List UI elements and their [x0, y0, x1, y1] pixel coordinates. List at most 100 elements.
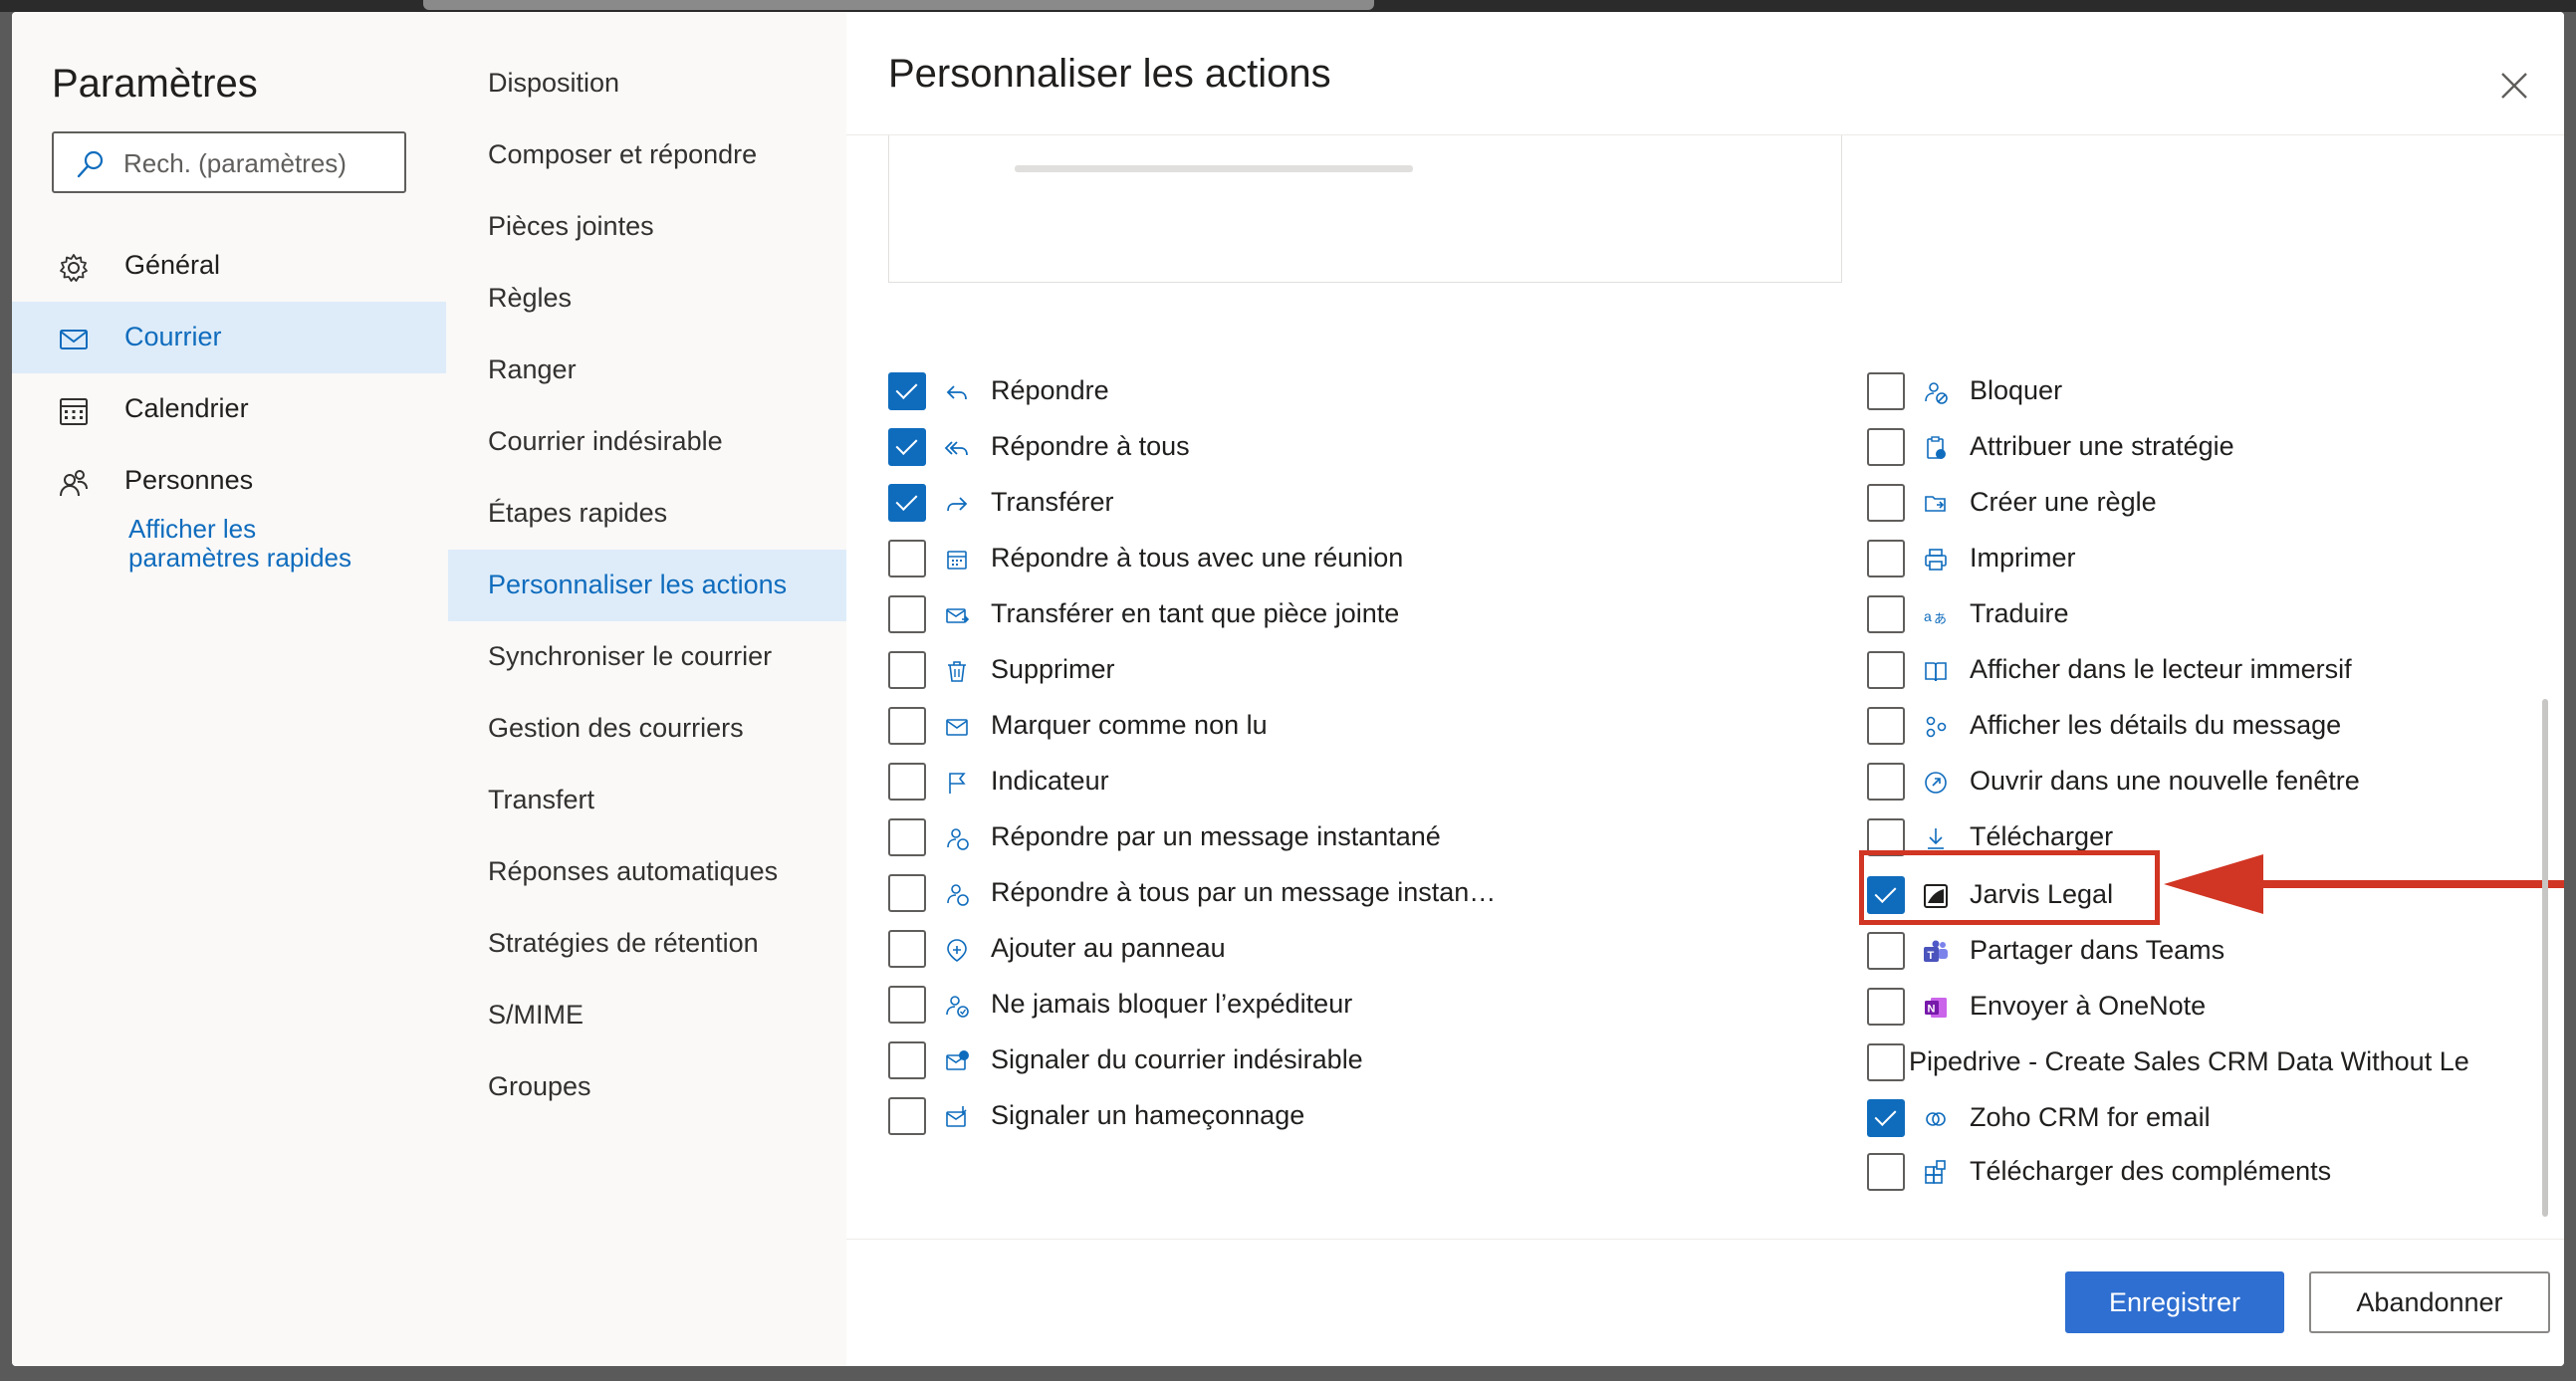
policy-icon [1927, 436, 1946, 459]
submenu-label: Courrier indésirable [488, 426, 723, 456]
action-label: Transférer en tant que pièce jointe [991, 598, 1400, 628]
action-label: Télécharger [1970, 821, 2114, 851]
chat-reply-icon [947, 828, 969, 850]
flag-icon [949, 773, 966, 794]
submenu-label: S/MIME [488, 1000, 585, 1030]
checkbox[interactable] [1867, 1043, 1905, 1081]
checkbox[interactable] [888, 651, 926, 689]
submenu-item[interactable]: Étapes rapides [448, 478, 846, 550]
nav-item-people[interactable]: Personnes [12, 445, 446, 517]
submenu-item[interactable]: Gestion des courriers [448, 693, 846, 765]
pin-icon [947, 939, 967, 962]
rule-icon [1925, 496, 1946, 512]
submenu-item[interactable]: Transfert [448, 765, 846, 836]
submenu-label: Étapes rapides [488, 498, 668, 528]
action-label: Supprimer [991, 654, 1115, 684]
quick-settings-link[interactable]: Afficher les paramètres rapides [128, 515, 387, 573]
checkbox[interactable] [1867, 651, 1905, 689]
submenu-label: Ranger [488, 354, 577, 384]
submenu-item[interactable]: Règles [448, 263, 846, 335]
nav-item-general[interactable]: Général [12, 230, 446, 302]
checkbox[interactable] [888, 540, 926, 577]
background-window-bar [0, 0, 2576, 12]
action-label: Répondre [991, 375, 1109, 405]
settings-dialog: Paramètres Général Courrier [12, 12, 2564, 1366]
nav-item-label: Calendrier [124, 393, 249, 423]
checkbox[interactable] [888, 1097, 926, 1135]
unread-mail-icon [946, 719, 968, 736]
checkbox[interactable] [888, 874, 926, 912]
action-label: Ouvrir dans une nouvelle fenêtre [1970, 766, 2360, 796]
submenu-item-customize-actions[interactable]: Personnaliser les actions [448, 550, 846, 621]
scrollbar[interactable] [2542, 699, 2548, 1217]
settings-search-box[interactable] [52, 131, 406, 193]
onenote-icon: N [1925, 998, 1947, 1018]
checkbox[interactable] [1867, 484, 1905, 522]
nav-item-calendar[interactable]: Calendrier [12, 373, 446, 445]
zoho-crm-icon [1926, 1112, 1946, 1126]
action-label: Bloquer [1970, 375, 2063, 405]
checkbox[interactable] [1867, 707, 1905, 745]
checkbox[interactable] [1867, 540, 1905, 577]
checkbox[interactable] [888, 484, 926, 522]
mail-icon [60, 330, 88, 349]
submenu-item[interactable]: Synchroniser le courrier [448, 621, 846, 693]
report-phishing-icon [946, 1106, 967, 1127]
checkbox[interactable] [888, 595, 926, 633]
submenu-item[interactable]: Pièces jointes [448, 191, 846, 263]
checkbox[interactable] [888, 818, 926, 856]
checkbox[interactable] [888, 707, 926, 745]
submenu-label: Groupes [488, 1071, 591, 1101]
reply-icon [946, 385, 967, 400]
checkbox[interactable] [888, 428, 926, 466]
checkbox[interactable] [1867, 932, 1905, 970]
checkbox[interactable] [1867, 372, 1905, 410]
submenu-item[interactable]: Stratégies de rétention [448, 908, 846, 980]
submenu-item[interactable]: Réponses automatiques [448, 836, 846, 908]
submenu-item[interactable]: Disposition [448, 48, 846, 119]
action-label: Ajouter au panneau [991, 933, 1226, 963]
gear-icon [60, 254, 88, 282]
submenu-item[interactable]: Groupes [448, 1051, 846, 1123]
message-details-icon [1926, 716, 1947, 738]
save-button[interactable]: Enregistrer [2065, 1271, 2284, 1333]
submenu-label: Règles [488, 283, 573, 313]
submenu-item[interactable]: Courrier indésirable [448, 406, 846, 478]
close-icon[interactable] [2484, 56, 2544, 115]
action-label: Pipedrive - Create Sales CRM Data Withou… [1909, 1046, 2469, 1076]
checkbox[interactable] [1867, 988, 1905, 1026]
checkbox[interactable] [1867, 595, 1905, 633]
trash-icon [948, 661, 966, 682]
submenu-label: Stratégies de rétention [488, 928, 759, 958]
mail-settings-submenu: Disposition Composer et répondre Pièces … [448, 12, 847, 1366]
background-tab [423, 0, 1374, 10]
checkbox[interactable] [888, 930, 926, 968]
action-label: Ne jamais bloquer l’expéditeur [991, 989, 1353, 1019]
footer-divider [846, 1239, 2564, 1240]
checkbox[interactable] [888, 372, 926, 410]
submenu-item[interactable]: Composer et répondre [448, 119, 846, 191]
checkbox[interactable] [1867, 763, 1905, 801]
nav-item-mail[interactable]: Courrier [12, 302, 446, 373]
chat-reply-all-icon [947, 884, 969, 906]
action-label: Zoho CRM for email [1970, 1102, 2211, 1132]
discard-button[interactable]: Abandonner [2309, 1271, 2550, 1333]
settings-search-input[interactable] [121, 141, 394, 185]
nav-item-label: Courrier [124, 322, 222, 351]
action-label: Indicateur [991, 766, 1109, 796]
action-label: Partager dans Teams [1970, 935, 2225, 965]
checkbox[interactable] [888, 763, 926, 801]
submenu-item[interactable]: Ranger [448, 335, 846, 406]
checkbox[interactable] [1867, 428, 1905, 466]
action-label: Afficher dans le lecteur immersif [1970, 654, 2352, 684]
safe-sender-icon [946, 996, 969, 1018]
action-label: Imprimer [1970, 543, 2076, 573]
svg-text:T: T [1928, 950, 1935, 962]
checkbox[interactable] [888, 986, 926, 1024]
checkbox[interactable] [888, 1041, 926, 1079]
checkbox[interactable] [1867, 1099, 1905, 1137]
checkbox[interactable] [1867, 1153, 1905, 1191]
action-label: Répondre à tous par un message instan… [991, 877, 1497, 907]
submenu-item[interactable]: S/MIME [448, 980, 846, 1051]
preview-placeholder-bar [1015, 165, 1413, 172]
